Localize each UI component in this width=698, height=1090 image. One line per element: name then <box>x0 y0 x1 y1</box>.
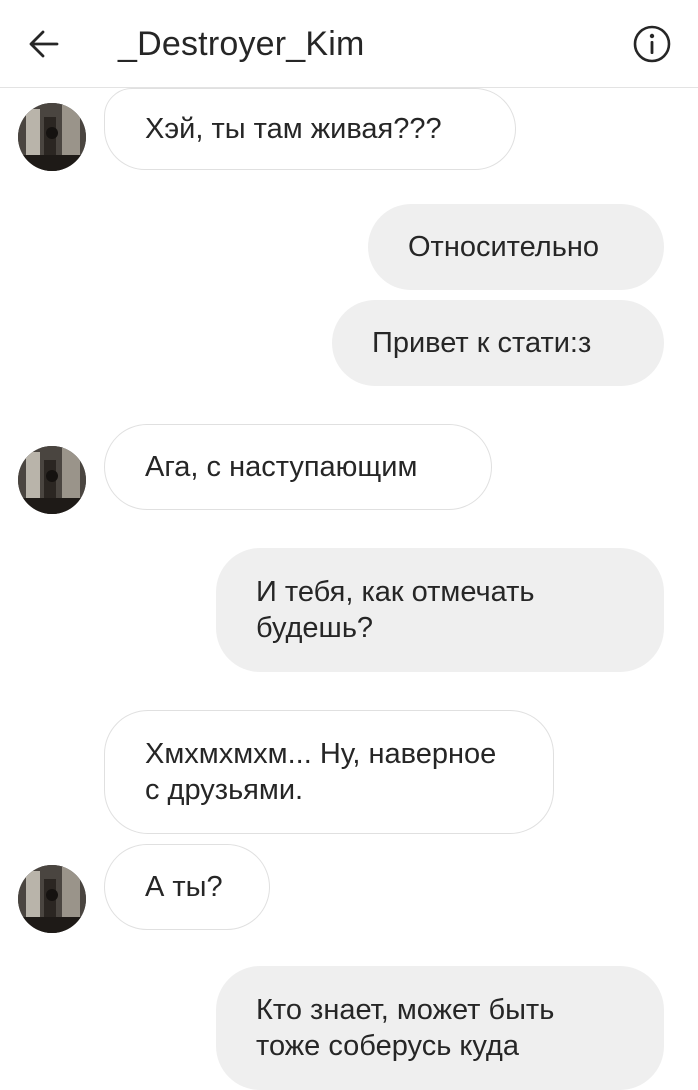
conversation-header: _Destroyer_Kim <box>0 0 698 88</box>
message-text: Хэй, ты там живая??? <box>145 113 442 145</box>
back-button[interactable] <box>18 18 70 70</box>
message-text: И тебя, как отмечать будешь? <box>256 576 535 644</box>
info-circle-icon <box>633 25 671 63</box>
message-bubble-outgoing[interactable]: Относительно <box>368 204 664 290</box>
avatar[interactable] <box>18 446 86 514</box>
message-text: Привет к стати:з <box>372 327 592 359</box>
message-bubble-outgoing[interactable]: И тебя, как отмечать будешь? <box>216 548 664 672</box>
avatar[interactable] <box>18 865 86 933</box>
message-bubble-incoming[interactable]: Хмхмхмхм... Ну, наверное с друзьями. <box>104 710 554 834</box>
message-bubble-incoming[interactable]: Хэй, ты там живая??? <box>104 88 516 170</box>
message-text: Относительно <box>408 231 599 263</box>
message-bubble-incoming[interactable]: Ага, с наступающим <box>104 424 492 510</box>
message-thread: Хэй, ты там живая??? Относительно Привет… <box>0 0 698 1090</box>
arrow-left-icon <box>29 30 59 58</box>
info-button[interactable] <box>628 20 676 68</box>
message-text: Ага, с наступающим <box>145 451 418 483</box>
message-bubble-outgoing[interactable]: Привет к стати:з <box>332 300 664 386</box>
avatar[interactable] <box>18 103 86 171</box>
message-bubble-incoming[interactable]: А ты? <box>104 844 270 930</box>
conversation-title[interactable]: _Destroyer_Kim <box>118 22 365 66</box>
message-bubble-outgoing[interactable]: Кто знает, может быть тоже соберусь куда <box>216 966 664 1090</box>
message-text: Кто знает, может быть тоже соберусь куда <box>256 994 555 1062</box>
message-text: А ты? <box>145 871 223 903</box>
message-text: Хмхмхмхм... Ну, наверное с друзьями. <box>145 738 497 806</box>
